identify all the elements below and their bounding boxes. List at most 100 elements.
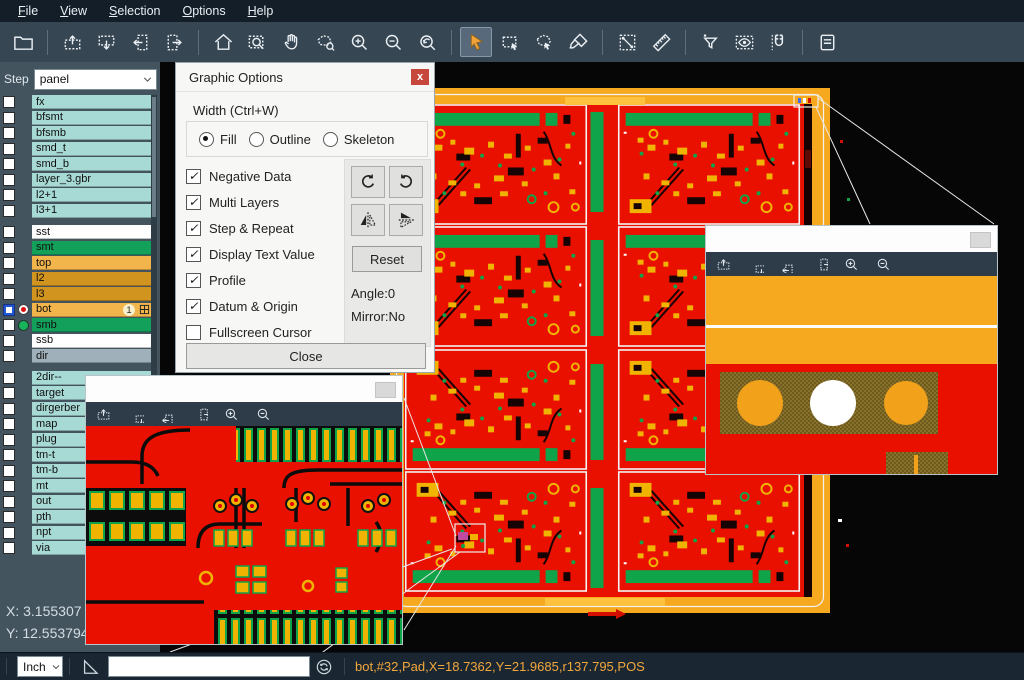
magnifier-canvas[interactable] (706, 276, 997, 474)
rotate-ccw-button[interactable] (389, 166, 423, 198)
layer-name[interactable]: l3 (32, 287, 152, 301)
layer-visibility-checkbox[interactable] (3, 511, 15, 523)
layer-visibility-checkbox[interactable] (3, 226, 15, 238)
layer-name[interactable]: bfsmt (32, 111, 152, 125)
grid-icon[interactable] (139, 304, 150, 315)
layer-name[interactable]: smb (32, 318, 152, 332)
select-rectangle-button[interactable] (494, 27, 526, 57)
select-polygon-button[interactable] (528, 27, 560, 57)
layer-visibility-checkbox[interactable] (3, 127, 15, 139)
pan-right-button[interactable] (807, 253, 831, 275)
pan-up-button[interactable] (56, 27, 88, 57)
layer-visibility-checkbox[interactable] (3, 335, 15, 347)
layer-name[interactable]: l3+1 (32, 204, 152, 218)
layer-visibility-checkbox[interactable] (3, 143, 15, 155)
zoom-out-button[interactable] (377, 27, 409, 57)
layer-name[interactable]: smd_t (32, 142, 152, 156)
measure-ruler-button[interactable] (645, 27, 677, 57)
command-input[interactable] (108, 656, 310, 677)
pan-left-button[interactable] (124, 27, 156, 57)
selection-filter-button[interactable] (694, 27, 726, 57)
pan-down-button[interactable] (743, 253, 767, 275)
layer-visibility-checkbox[interactable] (3, 257, 15, 269)
magnifier-canvas[interactable] (86, 426, 402, 644)
layer-name[interactable]: top (32, 256, 152, 270)
radio-fill[interactable]: Fill (199, 132, 237, 147)
checkbox-fullscreen-cursor[interactable]: Fullscreen Cursor (186, 319, 315, 345)
layer-visibility-checkbox[interactable] (3, 449, 15, 461)
pan-left-button[interactable] (775, 253, 799, 275)
layer-name[interactable]: fx (32, 95, 152, 109)
layer-visibility-checkbox[interactable] (3, 288, 15, 300)
zoom-out-button[interactable] (871, 253, 895, 275)
collapse-button[interactable] (970, 232, 991, 248)
layer-visibility-checkbox[interactable] (3, 174, 15, 186)
layer-visibility-checkbox[interactable] (3, 242, 15, 254)
mirror-horizontal-button[interactable] (351, 204, 385, 236)
checkbox-display-text-value[interactable]: ✓Display Text Value (186, 241, 315, 267)
select-cursor-button[interactable] (460, 27, 492, 57)
pan-up-button[interactable] (91, 403, 115, 425)
open-file-button[interactable] (7, 27, 39, 57)
layer-visibility-checkbox[interactable] (3, 319, 15, 331)
menu-view[interactable]: View (50, 2, 97, 20)
layer-name[interactable]: l2 (32, 272, 152, 286)
unit-select[interactable]: Inch (17, 656, 63, 677)
pan-down-button[interactable] (90, 27, 122, 57)
layer-visibility-checkbox[interactable] (3, 273, 15, 285)
checkbox-datum-origin[interactable]: ✓Datum & Origin (186, 293, 315, 319)
layer-name[interactable]: l2+1 (32, 188, 152, 202)
close-button[interactable]: Close (186, 343, 426, 369)
pan-right-button[interactable] (158, 27, 190, 57)
layer-name[interactable]: smt (32, 241, 152, 255)
layer-name[interactable]: layer_3.gbr (32, 173, 152, 187)
layer-visibility-checkbox[interactable] (3, 304, 15, 316)
menu-help[interactable]: Help (238, 2, 284, 20)
pan-down-button[interactable] (123, 403, 147, 425)
layer-name[interactable]: bot1 (32, 303, 152, 317)
layer-visibility-checkbox[interactable] (3, 542, 15, 554)
zoom-home-button[interactable] (207, 27, 239, 57)
layer-panel-button[interactable] (811, 27, 843, 57)
menu-options[interactable]: Options (172, 2, 235, 20)
layer-visibility-checkbox[interactable] (3, 527, 15, 539)
layer-visibility-checkbox[interactable] (3, 205, 15, 217)
zoom-in-button[interactable] (219, 403, 243, 425)
angle-mode-icon[interactable] (80, 657, 100, 677)
checkbox-negative-data[interactable]: ✓Negative Data (186, 163, 315, 189)
pan-up-button[interactable] (711, 253, 735, 275)
zoom-in-button[interactable] (839, 253, 863, 275)
pan-hand-button[interactable] (275, 27, 307, 57)
layer-visibility-checkbox[interactable] (3, 465, 15, 477)
magnifier-titlebar[interactable] (706, 226, 997, 252)
layer-visibility-checkbox[interactable] (3, 496, 15, 508)
layer-visibility-checkbox[interactable] (3, 403, 15, 415)
display-options-button[interactable] (728, 27, 760, 57)
radio-outline[interactable]: Outline (249, 132, 311, 147)
reset-button[interactable]: Reset (352, 246, 422, 272)
layer-name[interactable]: bfsmb (32, 126, 152, 140)
layer-visibility-checkbox[interactable] (3, 372, 15, 384)
dialog-titlebar[interactable]: Graphic Options (176, 63, 434, 92)
step-select[interactable]: panel (34, 69, 157, 90)
layer-name[interactable]: ssb (32, 334, 152, 348)
zoom-previous-button[interactable] (411, 27, 443, 57)
layer-visibility-checkbox[interactable] (3, 350, 15, 362)
layer-visibility-checkbox[interactable] (3, 112, 15, 124)
layer-visibility-checkbox[interactable] (3, 96, 15, 108)
layer-visibility-checkbox[interactable] (3, 158, 15, 170)
checkbox-multi-layers[interactable]: ✓Multi Layers (186, 189, 315, 215)
zoom-object-button[interactable] (309, 27, 341, 57)
rotate-cw-button[interactable] (351, 166, 385, 198)
dialog-close-button[interactable]: x (411, 69, 429, 85)
zoom-out-button[interactable] (251, 403, 275, 425)
collapse-button[interactable] (375, 382, 396, 398)
checkbox-profile[interactable]: ✓Profile (186, 267, 315, 293)
layer-name[interactable]: dir (32, 349, 152, 363)
zoom-in-button[interactable] (343, 27, 375, 57)
layer-name[interactable]: smd_b (32, 157, 152, 171)
pan-left-button[interactable] (155, 403, 179, 425)
layer-visibility-checkbox[interactable] (3, 434, 15, 446)
layer-visibility-checkbox[interactable] (3, 387, 15, 399)
snap-button[interactable] (762, 27, 794, 57)
